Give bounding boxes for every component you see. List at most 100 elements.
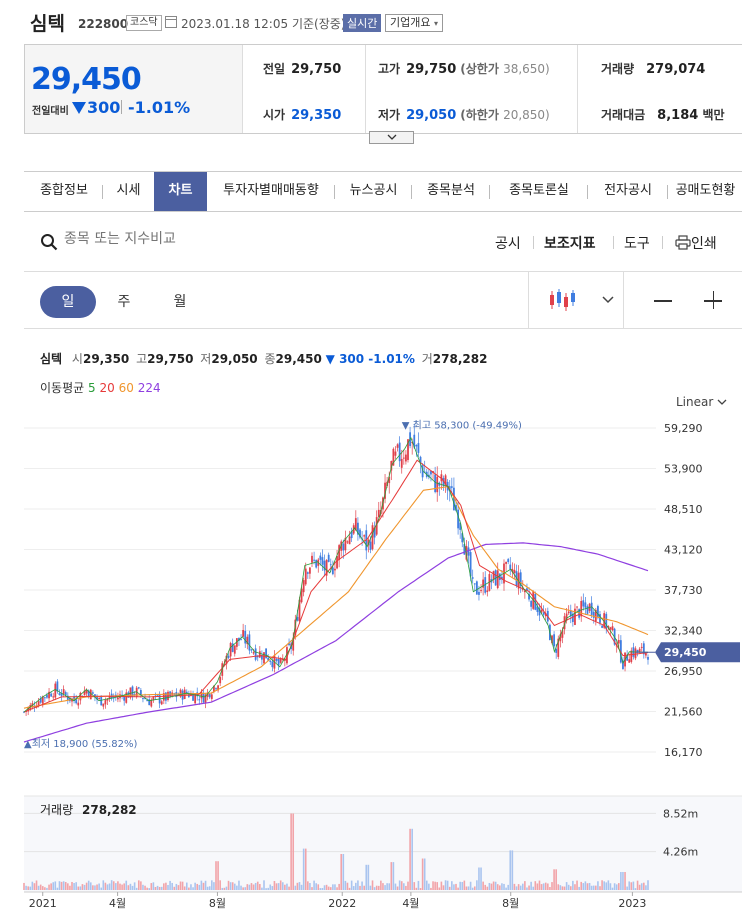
volume-bar xyxy=(211,880,213,890)
volume-bar xyxy=(530,881,532,890)
candle-body xyxy=(617,640,620,644)
volume-bar xyxy=(37,885,40,890)
candle-body xyxy=(582,600,585,607)
candle-body xyxy=(252,652,255,654)
volume-bar xyxy=(555,869,557,890)
volume-bar xyxy=(263,880,265,890)
volume-bar xyxy=(127,885,130,890)
candle-body xyxy=(480,590,482,592)
volume-bar xyxy=(50,883,52,890)
volume-bar xyxy=(69,885,71,890)
volume-bar xyxy=(490,883,493,890)
candle-body xyxy=(269,660,272,662)
volume-bar xyxy=(578,886,580,890)
volume-bar xyxy=(256,881,259,890)
volume-bar xyxy=(390,862,393,890)
volume-bar xyxy=(507,884,509,890)
volume-bar xyxy=(442,885,445,890)
volume-bar xyxy=(64,881,67,890)
volume-bar xyxy=(565,882,568,890)
volume-bar xyxy=(413,882,416,890)
volume-bar xyxy=(171,882,173,890)
volume-bar xyxy=(501,883,503,890)
volume-bar xyxy=(346,882,349,890)
candle-body xyxy=(91,692,94,694)
volume-bar xyxy=(434,881,436,890)
volume-bar xyxy=(60,881,63,890)
volume-bar xyxy=(52,882,55,890)
volume-bar xyxy=(471,887,474,890)
price-chart[interactable]: 59,290 53,900 48,510 43,120 37,730 32,340 26,9… xyxy=(0,0,742,912)
x-tick-label: 2021 xyxy=(29,897,57,910)
volume-bar xyxy=(67,883,69,890)
volume-bar xyxy=(371,880,374,890)
volume-bar xyxy=(423,858,426,890)
candle-body xyxy=(471,577,474,579)
volume-bar xyxy=(513,883,516,890)
candle-body xyxy=(509,564,512,570)
volume-bar xyxy=(217,861,219,890)
volume-bar xyxy=(340,854,343,890)
volume-bar xyxy=(146,887,148,890)
volume-bar xyxy=(115,883,117,890)
candle-body xyxy=(402,457,405,459)
volume-bar xyxy=(505,887,507,890)
volume-bar xyxy=(582,883,585,890)
candle-body xyxy=(142,698,144,700)
volume-bar xyxy=(421,858,424,890)
volume-bar xyxy=(613,883,616,890)
volume-bar xyxy=(580,881,583,890)
volume-bar xyxy=(494,881,497,890)
candle-body xyxy=(311,555,313,563)
candle-body xyxy=(590,602,593,615)
volume-bar xyxy=(311,887,313,890)
volume-bar xyxy=(459,881,461,890)
candle-body xyxy=(271,661,274,668)
volume-bar xyxy=(73,883,75,890)
candle-body xyxy=(150,699,153,707)
candle-body xyxy=(123,696,126,701)
volume-bar xyxy=(275,883,278,890)
candle-body xyxy=(319,555,322,560)
volume-bar xyxy=(405,885,407,890)
candle-body xyxy=(275,658,278,661)
volume-bar xyxy=(106,884,109,890)
candle-body xyxy=(58,693,61,695)
volume-bar xyxy=(223,887,226,890)
ma60-line xyxy=(23,485,649,709)
volume-bar xyxy=(361,881,363,890)
volume-bar xyxy=(246,884,249,890)
volume-bar xyxy=(165,882,167,890)
volume-bar xyxy=(144,885,146,890)
volume-bar xyxy=(634,888,637,890)
volume-bar xyxy=(33,883,36,890)
candle-body xyxy=(306,572,309,574)
volume-bar xyxy=(39,884,42,890)
volume-bar xyxy=(41,886,44,890)
volume-bar xyxy=(79,886,82,890)
candle-body xyxy=(254,648,257,660)
volume-bar xyxy=(549,887,551,890)
volume-bar xyxy=(599,886,601,890)
volume-bar xyxy=(81,884,84,890)
volume-bar xyxy=(242,887,244,890)
volume-bar xyxy=(528,885,530,890)
volume-bar xyxy=(248,884,251,890)
volume-bar xyxy=(609,883,612,890)
volume-bar xyxy=(519,885,522,890)
candle-body xyxy=(279,658,282,663)
volume-bar xyxy=(342,854,345,890)
candle-body xyxy=(329,564,332,566)
candle-body xyxy=(597,606,599,618)
candle-body xyxy=(346,541,349,543)
volume-bar xyxy=(152,882,155,890)
volume-bar xyxy=(240,885,242,890)
volume-bar xyxy=(27,886,29,890)
volume-bar xyxy=(515,886,518,890)
volume-bar xyxy=(31,881,34,890)
volume-bar xyxy=(488,882,491,890)
volume-bar xyxy=(225,886,228,890)
volume-bar xyxy=(411,828,413,890)
candle-body xyxy=(436,476,439,493)
candle-body xyxy=(104,700,107,705)
